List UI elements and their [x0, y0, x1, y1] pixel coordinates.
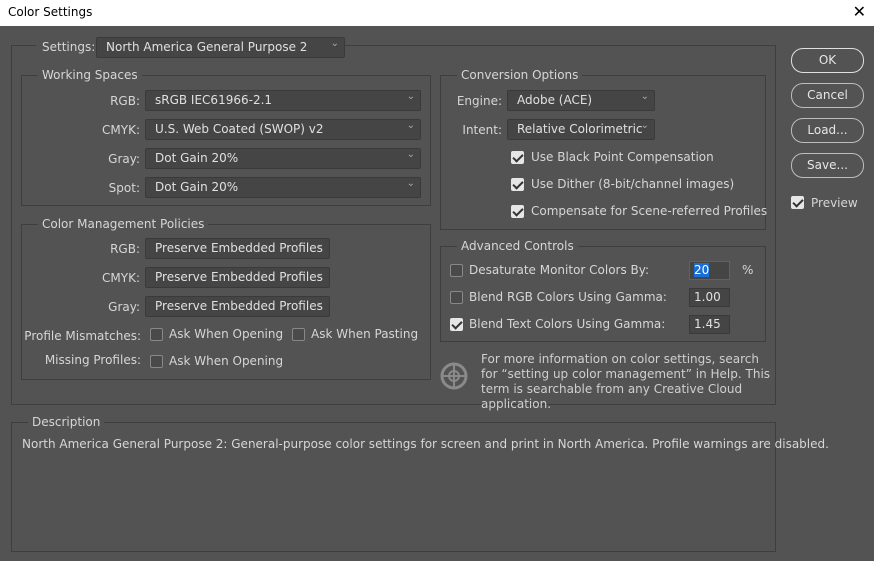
description-title: Description — [28, 415, 105, 429]
ws-gray-label: Gray: — [108, 152, 140, 166]
engine-value: Adobe (ACE) — [517, 93, 593, 107]
intent-value: Relative Colorimetric — [517, 122, 643, 136]
pol-rgb-value: Preserve Embedded Profiles — [155, 241, 323, 255]
ws-gray-dropdown[interactable]: Dot Gain 20% ⌄ — [145, 148, 421, 169]
mismatch-pasting-label: Ask When Pasting — [311, 327, 419, 341]
intent-label: Intent: — [462, 123, 502, 137]
conversion-title: Conversion Options — [457, 68, 583, 82]
ws-rgb-value: sRGB IEC61966-2.1 — [155, 93, 273, 107]
close-icon[interactable]: ✕ — [853, 2, 866, 21]
mismatch-pasting-checkbox[interactable] — [292, 328, 305, 341]
dither-label: Use Dither (8-bit/channel images) — [531, 177, 735, 191]
chevron-down-icon: ⌄ — [315, 268, 324, 279]
settings-label: Settings: — [36, 40, 102, 54]
settings-value: North America General Purpose 2 — [106, 40, 308, 54]
blend-text-checkbox[interactable] — [450, 318, 463, 331]
pol-gray-dropdown[interactable]: Preserve Embedded Profiles ⌄ — [145, 296, 330, 317]
info-text: For more information on color settings, … — [481, 352, 771, 411]
settings-dropdown[interactable]: North America General Purpose 2 ⌄ — [96, 37, 345, 58]
pol-rgb-dropdown[interactable]: Preserve Embedded Profiles ⌄ — [145, 238, 330, 259]
pol-gray-label: Gray: — [108, 300, 140, 314]
desaturate-label: Desaturate Monitor Colors By: — [469, 263, 650, 277]
chevron-down-icon: ⌄ — [640, 120, 649, 131]
preview-label: Preview — [811, 196, 858, 210]
chevron-down-icon: ⌄ — [406, 178, 415, 189]
missing-label: Missing Profiles: — [44, 353, 141, 367]
chevron-down-icon: ⌄ — [406, 149, 415, 160]
mismatch-label: Profile Mismatches: — [24, 329, 141, 343]
chevron-down-icon: ⌄ — [330, 38, 339, 49]
pol-rgb-label: RGB: — [110, 242, 140, 256]
blend-text-input[interactable]: 1.45 — [689, 315, 730, 334]
ok-button[interactable]: OK — [791, 48, 864, 73]
pol-gray-value: Preserve Embedded Profiles — [155, 299, 323, 313]
ws-cmyk-value: U.S. Web Coated (SWOP) v2 — [155, 122, 324, 136]
title-bar: Color Settings ✕ — [0, 0, 874, 26]
ws-spot-label: Spot: — [108, 181, 140, 195]
blend-text-value: 1.45 — [694, 317, 721, 331]
missing-opening-label: Ask When Opening — [169, 354, 284, 368]
missing-opening-checkbox[interactable] — [150, 355, 163, 368]
ws-gray-value: Dot Gain 20% — [155, 151, 239, 165]
chevron-down-icon: ⌄ — [315, 297, 324, 308]
load-button[interactable]: Load... — [791, 118, 864, 143]
black-point-checkbox[interactable] — [511, 151, 524, 164]
policies-title: Color Management Policies — [38, 217, 209, 231]
chevron-down-icon: ⌄ — [315, 239, 324, 250]
blend-rgb-label: Blend RGB Colors Using Gamma: — [469, 290, 667, 304]
desaturate-input[interactable]: 20 — [689, 261, 730, 280]
advanced-title: Advanced Controls — [457, 239, 578, 253]
blend-text-label: Blend Text Colors Using Gamma: — [469, 317, 666, 331]
percent-unit: % — [742, 263, 754, 277]
ws-cmyk-label: CMYK: — [102, 123, 140, 137]
engine-label: Engine: — [456, 94, 502, 108]
chevron-down-icon: ⌄ — [406, 120, 415, 131]
blend-rgb-input[interactable]: 1.00 — [689, 288, 730, 307]
color-wheel-icon — [440, 362, 468, 390]
save-button[interactable]: Save... — [791, 153, 864, 178]
blend-rgb-checkbox[interactable] — [450, 291, 463, 304]
pol-cmyk-value: Preserve Embedded Profiles — [155, 270, 323, 284]
ws-spot-dropdown[interactable]: Dot Gain 20% ⌄ — [145, 177, 421, 198]
pol-cmyk-label: CMYK: — [102, 271, 140, 285]
description-text: North America General Purpose 2: General… — [22, 437, 829, 451]
chevron-down-icon: ⌄ — [406, 91, 415, 102]
mismatch-opening-label: Ask When Opening — [169, 327, 284, 341]
desaturate-value: 20 — [694, 263, 710, 277]
engine-dropdown[interactable]: Adobe (ACE) ⌄ — [507, 90, 655, 111]
desaturate-checkbox[interactable] — [450, 264, 463, 277]
preview-checkbox[interactable] — [791, 196, 804, 209]
working-spaces-title: Working Spaces — [38, 68, 142, 82]
pol-cmyk-dropdown[interactable]: Preserve Embedded Profiles ⌄ — [145, 267, 330, 288]
scene-referred-label: Compensate for Scene-referred Profiles — [531, 204, 768, 218]
black-point-label: Use Black Point Compensation — [531, 150, 714, 164]
cancel-button[interactable]: Cancel — [791, 83, 864, 108]
intent-dropdown[interactable]: Relative Colorimetric ⌄ — [507, 119, 655, 140]
ws-rgb-dropdown[interactable]: sRGB IEC61966-2.1 ⌄ — [145, 90, 421, 111]
mismatch-opening-checkbox[interactable] — [150, 328, 163, 341]
ws-spot-value: Dot Gain 20% — [155, 180, 239, 194]
chevron-down-icon: ⌄ — [640, 91, 649, 102]
window-title: Color Settings — [8, 5, 93, 19]
dither-checkbox[interactable] — [511, 178, 524, 191]
scene-referred-checkbox[interactable] — [511, 205, 524, 218]
ws-rgb-label: RGB: — [110, 94, 140, 108]
blend-rgb-value: 1.00 — [694, 290, 721, 304]
ws-cmyk-dropdown[interactable]: U.S. Web Coated (SWOP) v2 ⌄ — [145, 119, 421, 140]
